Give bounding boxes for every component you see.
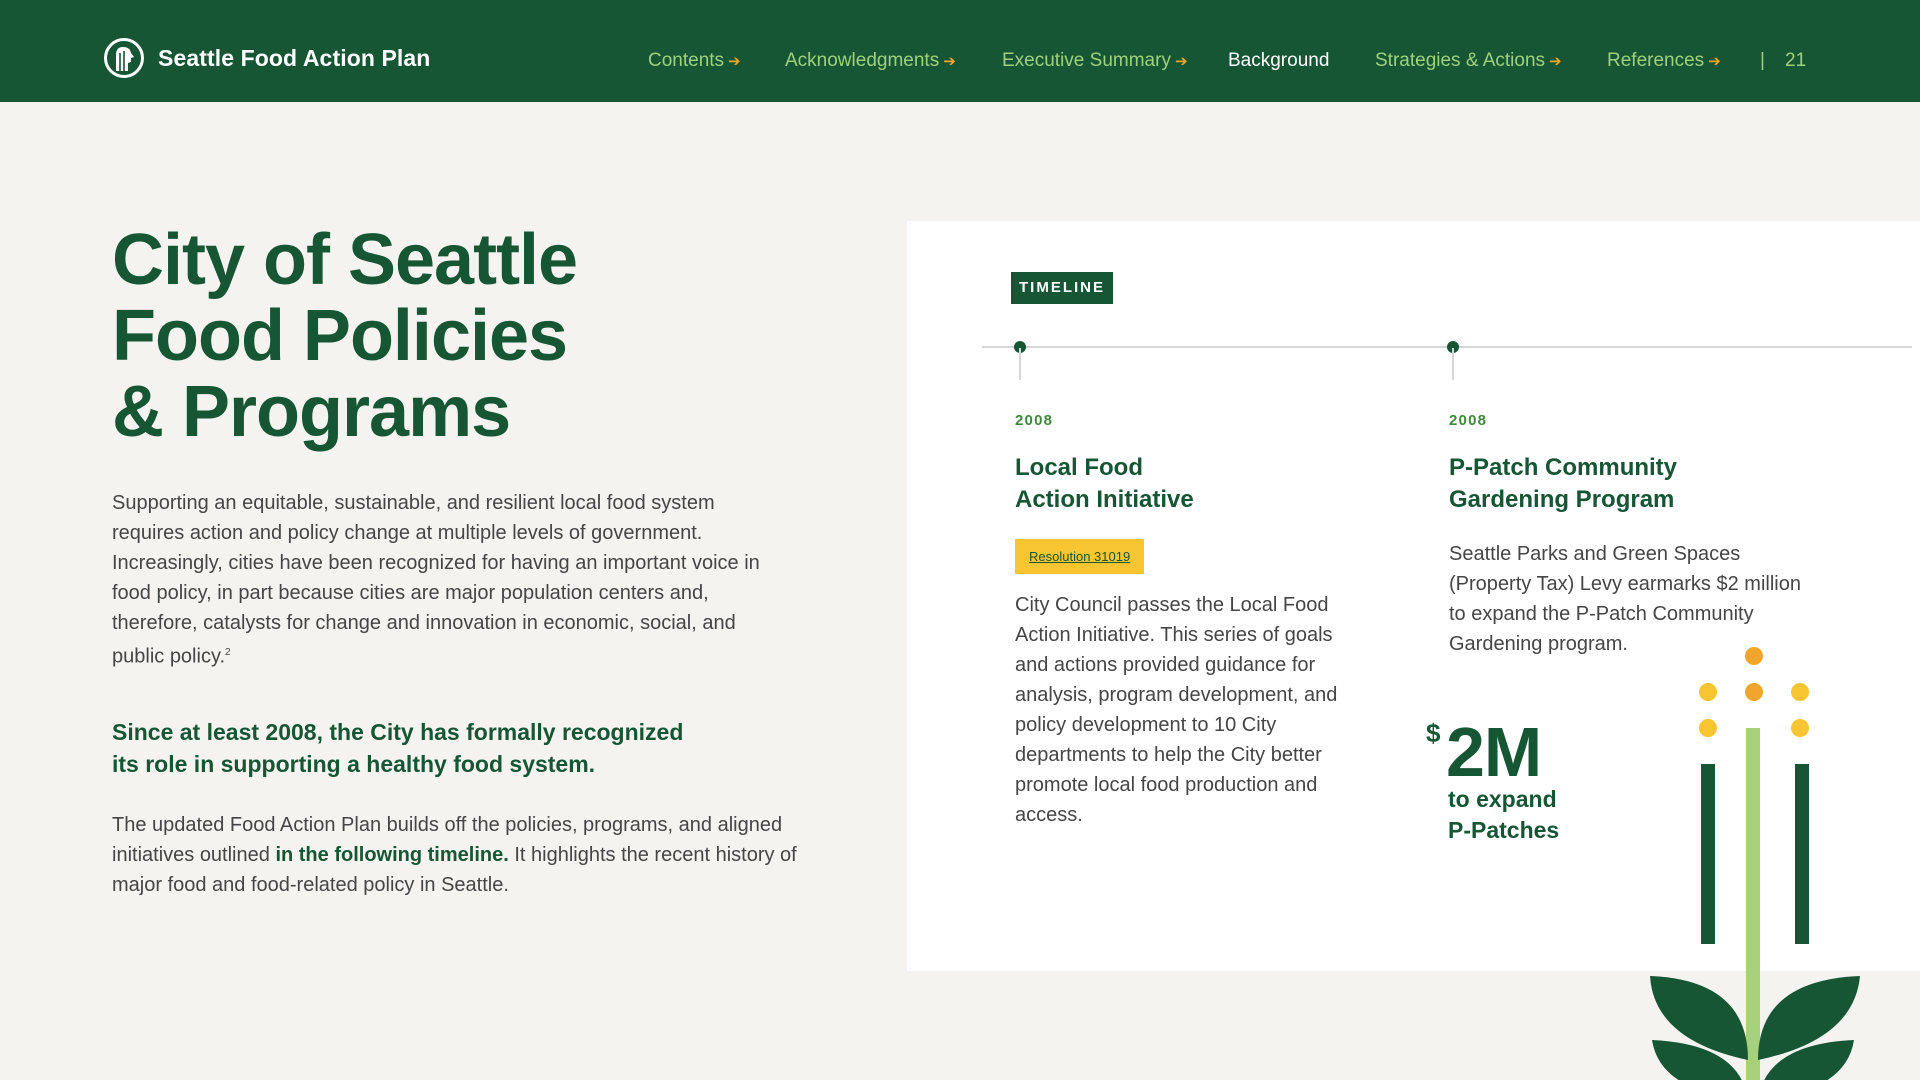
stat-caption: to expand P-Patches xyxy=(1448,784,1648,846)
arrow-right-icon: ➔ xyxy=(1174,53,1188,70)
nav-executive-summary[interactable]: Executive Summary ➔ xyxy=(1002,50,1188,72)
stat-caption-line: P-Patches xyxy=(1448,817,1560,843)
intro-paragraph: Supporting an equitable, sustainable, an… xyxy=(112,488,762,672)
stat-value: 2M xyxy=(1446,713,1542,791)
nav-label: Strategies & Actions xyxy=(1375,50,1546,71)
title-line: & Programs xyxy=(112,372,511,452)
main-nav: Contents ➔ Acknowledgments ➔ Executive S… xyxy=(0,50,1920,80)
top-navigation-bar: Seattle Food Action Plan Contents ➔ Ackn… xyxy=(0,0,1920,102)
title-line: City of Seattle xyxy=(112,220,578,300)
event-title: Local Food Action Initiative xyxy=(1015,452,1194,516)
stat-caption-line: to expand xyxy=(1448,786,1557,812)
nav-label: Background xyxy=(1228,50,1330,71)
event-title-line: Gardening Program xyxy=(1449,486,1675,513)
resolution-link[interactable]: Resolution 31019 xyxy=(1015,539,1145,574)
nav-separator: | xyxy=(1760,50,1765,71)
intro-text: Supporting an equitable, sustainable, an… xyxy=(112,492,760,668)
nav-references[interactable]: References ➔ xyxy=(1607,50,1721,72)
timeline-tick xyxy=(1019,348,1021,380)
footnote-marker[interactable]: 2 xyxy=(225,647,231,658)
page-title: City of Seattle Food Policies & Programs xyxy=(112,222,752,450)
event-year: 2008 xyxy=(1015,412,1054,429)
nav-label: Acknowledgments xyxy=(785,50,940,71)
arrow-right-icon: ➔ xyxy=(728,53,741,70)
nav-acknowledgments[interactable]: Acknowledgments ➔ xyxy=(785,50,956,72)
nav-label: Contents xyxy=(648,50,725,71)
highlight-line: its role in supporting a healthy food sy… xyxy=(112,751,596,777)
event-title: P-Patch Community Gardening Program xyxy=(1449,452,1677,516)
arrow-right-icon: ➔ xyxy=(943,53,956,70)
highlight-statement: Since at least 2008, the City has formal… xyxy=(112,716,732,780)
plant-with-flowers-icon xyxy=(1650,647,1860,1080)
arrow-right-icon: ➔ xyxy=(1549,53,1562,70)
nav-label: References xyxy=(1607,50,1705,71)
title-line: Food Policies xyxy=(112,296,568,376)
event-title-line: P-Patch Community xyxy=(1449,454,1678,481)
nav-contents[interactable]: Contents ➔ xyxy=(648,50,741,72)
nav-background[interactable]: Background xyxy=(1228,50,1329,72)
event-title-line: Local Food xyxy=(1015,454,1143,481)
event-description: City Council passes the Local Food Actio… xyxy=(1015,594,1338,826)
timeline-link[interactable]: in the following timeline. xyxy=(275,844,508,866)
page-number: 21 xyxy=(1785,50,1807,71)
stat-currency-symbol: $ xyxy=(1426,718,1441,748)
nav-strategies-actions[interactable]: Strategies & Actions ➔ xyxy=(1375,50,1562,72)
event-title-line: Action Initiative xyxy=(1015,486,1194,513)
outro-paragraph: The updated Food Action Plan builds off … xyxy=(112,810,802,900)
arrow-right-icon: ➔ xyxy=(1708,53,1721,70)
nav-label: Executive Summary xyxy=(1002,50,1171,71)
timeline-tag: TIMELINE xyxy=(1011,272,1113,304)
highlight-line: Since at least 2008, the City has formal… xyxy=(112,719,684,745)
timeline-tick xyxy=(1452,348,1454,380)
event-year: 2008 xyxy=(1449,412,1488,429)
